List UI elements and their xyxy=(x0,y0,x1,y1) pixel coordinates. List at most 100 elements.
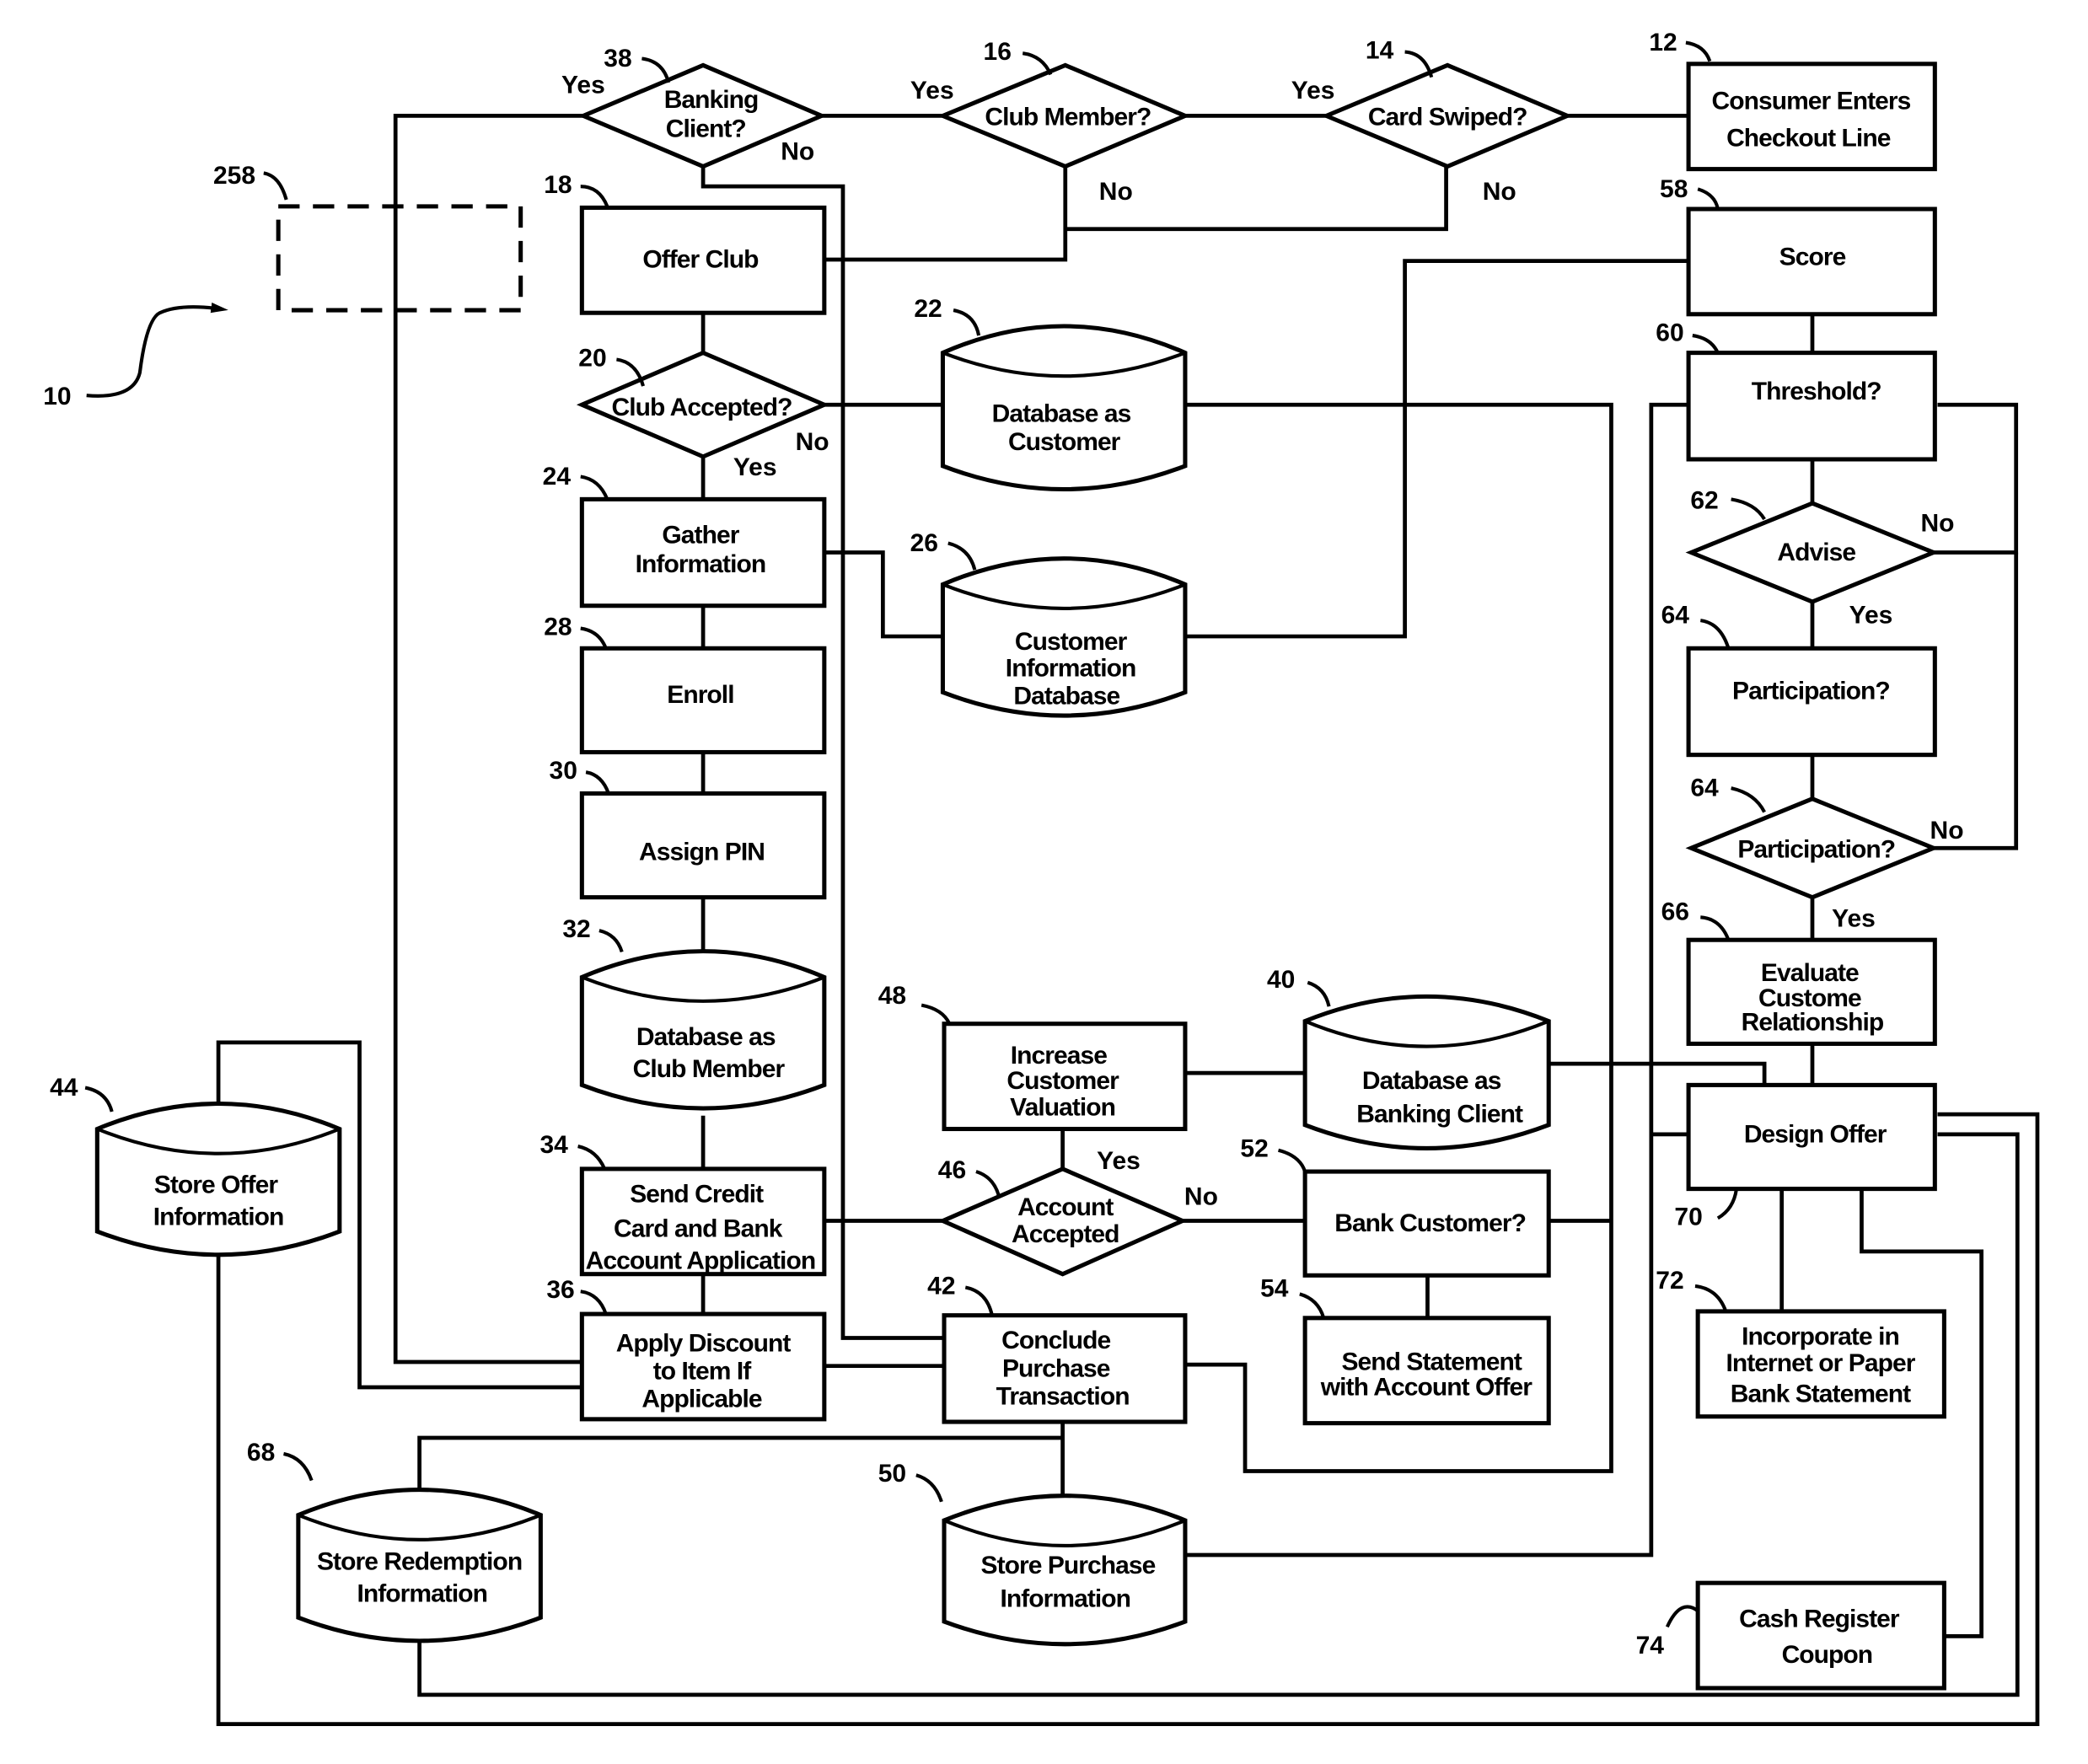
placeholder-box-258 xyxy=(276,204,523,313)
node-66-line-1: Evaluate xyxy=(1761,959,1859,987)
node-42-line-2: Purchase xyxy=(1002,1354,1110,1382)
label-14-no: No xyxy=(1483,178,1516,206)
node-20-line-1: Club Accepted? xyxy=(612,394,792,421)
ref-62: 64 xyxy=(1661,601,1690,629)
process-54: Send Statement with Account Offer xyxy=(1302,1316,1551,1426)
process-58: Threshold? xyxy=(1686,351,1937,462)
process-30: Assign PIN xyxy=(579,791,827,900)
node-26-line-3: Database xyxy=(1013,683,1119,710)
connector-64-no-loop xyxy=(1933,552,2019,850)
node-64-line-1: Participation? xyxy=(1737,835,1895,863)
node-24-line-2: Information xyxy=(636,550,766,578)
ref-42: 42 xyxy=(927,1272,955,1300)
process-42: Conclude Purchase Transaction xyxy=(942,1313,1188,1424)
ref-18: 18 xyxy=(544,171,572,199)
node-48-line-2: Customer xyxy=(1006,1067,1119,1095)
label-20-yes: Yes xyxy=(733,453,777,481)
process-52: Bank Customer? xyxy=(1302,1169,1551,1278)
node-22-line-1: Database as xyxy=(992,400,1131,428)
decision-60: Advise xyxy=(1685,501,1940,604)
node-26-line-2: Information xyxy=(1006,654,1136,682)
node-48-line-1: Increase xyxy=(1011,1042,1107,1070)
decision-16: Club Member? xyxy=(937,62,1191,169)
process-34: Send Credit Card and Bank Account Applic… xyxy=(579,1166,827,1277)
node-46-line-2: Accepted xyxy=(1012,1220,1119,1248)
process-66: Evaluate Custome Relationship xyxy=(1686,937,1937,1046)
node-68-line-2: Information xyxy=(357,1579,487,1607)
node-60-line-1: Advise xyxy=(1777,539,1855,566)
node-34-line-3: Account Application xyxy=(586,1247,816,1274)
process-28: Enroll xyxy=(579,646,827,755)
ref-20: 20 xyxy=(578,344,606,372)
database-40: Database as Banking Client xyxy=(1302,994,1551,1150)
node-74-line-2: Coupon xyxy=(1782,1641,1873,1669)
node-46-line-1: Account xyxy=(1017,1193,1114,1221)
node-72-line-1: Incorporate in xyxy=(1742,1322,1899,1350)
label-60-yes: Yes xyxy=(1849,601,1893,629)
node-42-line-3: Transaction xyxy=(996,1383,1130,1411)
ref-40: 40 xyxy=(1267,966,1295,994)
database-50: Store Purchase Information xyxy=(942,1493,1188,1647)
node-50-line-1: Store Purchase xyxy=(981,1552,1156,1579)
database-44: Store Offer Information xyxy=(94,1101,342,1257)
ref-32: 32 xyxy=(562,915,590,943)
node-30-line-1: Assign PIN xyxy=(639,838,765,866)
node-36-line-2: to Item If xyxy=(653,1357,752,1385)
ref-14: 14 xyxy=(1366,37,1394,65)
ref-50: 50 xyxy=(878,1460,906,1488)
node-68-line-1: Store Redemption xyxy=(317,1547,522,1575)
ref-24: 24 xyxy=(543,463,572,491)
label-38-yes: Yes xyxy=(561,72,605,99)
node-16-line-1: Club Member? xyxy=(985,103,1151,131)
node-54-line-1: Send Statement xyxy=(1341,1348,1522,1375)
ref-66: 66 xyxy=(1661,898,1689,926)
ref-34: 34 xyxy=(539,1131,568,1159)
node-40-line-2: Banking Client xyxy=(1356,1101,1523,1129)
node-56-line-1: Score xyxy=(1779,243,1846,271)
process-12: Consumer Enters Checkout Line xyxy=(1686,62,1937,172)
label-46-no: No xyxy=(1184,1183,1218,1211)
process-62: Participation? xyxy=(1686,646,1937,758)
node-34-line-2: Card and Bank xyxy=(614,1214,783,1242)
process-18: Offer Club xyxy=(579,205,827,315)
ref-258: 258 xyxy=(213,162,255,190)
label-64-no: No xyxy=(1930,817,1964,844)
ref-12: 12 xyxy=(1649,29,1677,56)
database-68: Store Redemption Information xyxy=(296,1488,543,1643)
ref-26: 26 xyxy=(910,529,938,557)
node-66-line-3: Relationship xyxy=(1742,1009,1884,1037)
label-38-no: No xyxy=(781,138,814,166)
ref-54: 54 xyxy=(1260,1275,1289,1303)
process-72: Incorporate in Internet or Paper Bank St… xyxy=(1695,1309,1946,1419)
database-26: Customer Information Database xyxy=(940,556,1188,718)
label-64-yes: Yes xyxy=(1832,904,1876,932)
node-32-line-1: Database as xyxy=(636,1023,776,1051)
ref-28: 28 xyxy=(544,613,572,641)
node-32-line-2: Club Member xyxy=(633,1055,786,1083)
node-12-line-1: Consumer Enters xyxy=(1711,88,1910,115)
label-20-no: No xyxy=(796,428,829,456)
node-44-line-1: Store Offer xyxy=(154,1171,279,1198)
ref-10: 10 xyxy=(43,383,71,410)
node-14-line-1: Card Swiped? xyxy=(1368,103,1527,131)
ref-30: 30 xyxy=(550,757,577,785)
node-34-line-1: Send Credit xyxy=(630,1180,764,1208)
ref-56: 58 xyxy=(1660,175,1688,203)
ref-48: 48 xyxy=(878,982,906,1010)
database-32: Database as Club Member xyxy=(579,949,827,1111)
ref-72: 72 xyxy=(1656,1267,1683,1295)
node-62-line-1: Participation? xyxy=(1732,677,1890,705)
node-50-line-2: Information xyxy=(1000,1585,1130,1613)
ref-38: 38 xyxy=(604,45,631,72)
node-36-line-3: Applicable xyxy=(641,1386,761,1413)
node-12-line-2: Checkout Line xyxy=(1726,125,1891,153)
node-36-line-1: Apply Discount xyxy=(616,1329,792,1357)
ref-70: 70 xyxy=(1674,1203,1702,1231)
process-74: Cash Register Coupon xyxy=(1695,1580,1946,1691)
flowchart: Consumer Enters Checkout Line Offer Club… xyxy=(43,29,2040,1726)
ref-64: 64 xyxy=(1690,775,1719,802)
ref-44: 44 xyxy=(50,1074,78,1102)
label-14-yes: Yes xyxy=(1291,77,1335,105)
database-22: Database as Customer xyxy=(940,324,1188,492)
node-52-line-1: Bank Customer? xyxy=(1334,1209,1526,1237)
